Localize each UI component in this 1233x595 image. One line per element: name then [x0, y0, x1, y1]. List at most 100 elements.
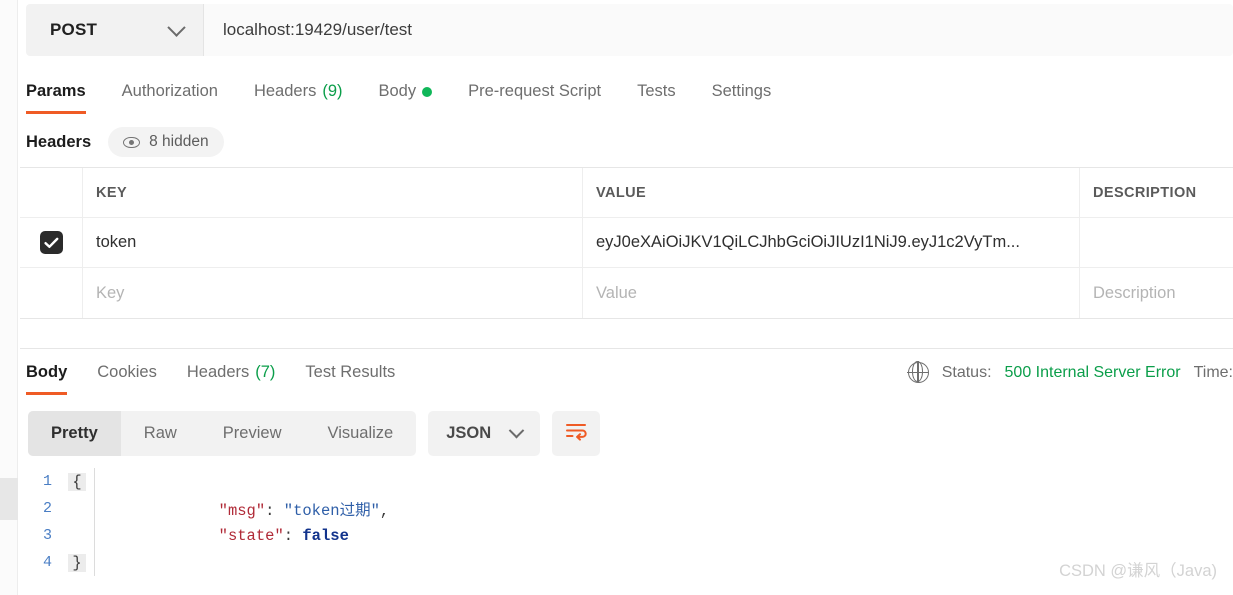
new-row-key-input[interactable]: Key	[83, 268, 583, 318]
response-tab-cookies-label: Cookies	[97, 363, 157, 381]
header-cell-checkbox	[20, 168, 83, 217]
view-raw-button[interactable]: Raw	[121, 411, 200, 456]
request-url-text: localhost:19429/user/test	[223, 20, 413, 39]
headers-title: Headers	[26, 132, 92, 151]
view-visualize-label: Visualize	[327, 424, 394, 442]
header-key-text: token	[96, 233, 137, 251]
new-row-description-placeholder: Description	[1093, 283, 1176, 302]
new-row-value-input[interactable]: Value	[583, 268, 1080, 318]
header-cell-key: KEY	[83, 168, 583, 217]
view-raw-label: Raw	[143, 424, 177, 442]
watermark: CSDN @谦风（Java)	[1059, 562, 1217, 580]
header-cell-description: DESCRIPTION	[1080, 168, 1233, 217]
tab-authorization[interactable]: Authorization	[122, 76, 218, 114]
response-tab-cookies[interactable]: Cookies	[97, 357, 157, 395]
tab-settings[interactable]: Settings	[712, 76, 772, 114]
tab-tests-label: Tests	[637, 82, 676, 100]
vertical-scrollbar-thumb[interactable]	[0, 478, 18, 520]
table-row: token eyJ0eXAiOiJKV1QiLCJhbGciOiJIUzI1Ni…	[20, 218, 1233, 268]
header-enabled-checkbox[interactable]	[39, 231, 63, 254]
column-header-value: VALUE	[596, 184, 647, 201]
header-value-text: eyJ0eXAiOiJKV1QiLCJhbGciOiJIUzI1NiJ9.eyJ…	[596, 233, 1020, 251]
request-tabs: Params Authorization Headers (9) Body Pr…	[26, 76, 1233, 119]
new-row-description-input[interactable]: Description	[1080, 268, 1233, 318]
status-badge: 500 Internal Server Error	[1004, 363, 1181, 381]
code-fold-brace[interactable]: }	[68, 553, 86, 572]
time-label: Time:	[1193, 363, 1233, 381]
json-key: "state"	[218, 526, 284, 545]
json-boolean-value: false	[302, 526, 349, 545]
tab-headers-count: (9)	[322, 82, 343, 100]
view-preview-label: Preview	[222, 424, 282, 442]
view-visualize-button[interactable]: Visualize	[304, 411, 416, 456]
code-indent-guide	[94, 549, 95, 576]
left-rail	[0, 0, 18, 595]
request-url-input[interactable]: localhost:19429/user/test	[204, 4, 1233, 56]
globe-icon	[907, 361, 929, 383]
http-method-label: POST	[50, 20, 98, 39]
tab-settings-label: Settings	[711, 82, 772, 100]
chevron-down-icon	[167, 17, 186, 37]
tab-pre-request-script[interactable]: Pre-request Script	[468, 76, 601, 114]
line-number: 3	[42, 527, 52, 544]
table-header-row: KEY VALUE DESCRIPTION	[20, 168, 1233, 218]
response-format-label: JSON	[446, 424, 492, 442]
json-comma: ,	[379, 501, 390, 520]
new-row-value-placeholder: Value	[596, 283, 637, 302]
view-preview-button[interactable]: Preview	[200, 411, 305, 456]
tab-tests[interactable]: Tests	[637, 76, 676, 114]
header-cell-value: VALUE	[583, 168, 1080, 217]
code-fold-brace[interactable]: {	[68, 472, 86, 491]
status-label: Status:	[941, 363, 992, 381]
body-modified-dot-icon	[422, 86, 433, 97]
tab-headers[interactable]: Headers (9)	[254, 76, 343, 114]
code-line: 3 "state": false	[20, 522, 1233, 549]
response-tab-headers-label: Headers	[186, 363, 250, 381]
response-view-switcher: Pretty Raw Preview Visualize	[28, 411, 417, 456]
line-number: 1	[42, 473, 52, 490]
http-method-selector[interactable]: POST	[26, 4, 204, 56]
row-description-cell[interactable]	[1080, 218, 1233, 267]
response-tabs: Body Cookies Headers (7) Test Results	[26, 357, 425, 395]
line-number: 2	[42, 500, 52, 517]
row-key-cell[interactable]: token	[83, 218, 583, 267]
response-tab-test-results[interactable]: Test Results	[305, 357, 395, 395]
column-header-description: DESCRIPTION	[1093, 184, 1197, 201]
view-pretty-button[interactable]: Pretty	[28, 411, 121, 456]
view-pretty-label: Pretty	[51, 424, 98, 442]
response-status-bar: Status: 500 Internal Server Error Time:	[907, 361, 1233, 383]
headers-table: KEY VALUE DESCRIPTION token eyJ0eXAiOiJK…	[20, 167, 1233, 319]
new-row-checkbox-cell	[20, 268, 83, 318]
row-checkbox-cell	[20, 218, 83, 267]
postman-window: POST localhost:19429/user/test Params Au…	[0, 0, 1233, 595]
code-text: "state": false	[95, 509, 349, 563]
response-tab-body[interactable]: Body	[26, 357, 68, 395]
tab-body-label: Body	[378, 82, 417, 100]
response-format-selector[interactable]: JSON	[428, 411, 541, 456]
tab-body[interactable]: Body	[379, 76, 433, 114]
tab-headers-label: Headers	[253, 82, 317, 100]
headers-subheader: Headers 8 hidden	[26, 127, 224, 157]
row-value-cell[interactable]: eyJ0eXAiOiJKV1QiLCJhbGciOiJIUzI1NiJ9.eyJ…	[583, 218, 1080, 267]
tab-authorization-label: Authorization	[121, 82, 218, 100]
response-tab-headers[interactable]: Headers (7)	[187, 357, 276, 395]
chevron-down-icon	[508, 422, 525, 439]
response-body-toolbar: Pretty Raw Preview Visualize JSON	[28, 411, 601, 456]
hidden-headers-toggle[interactable]: 8 hidden	[108, 127, 224, 157]
response-pane-divider[interactable]	[20, 348, 1233, 349]
eye-icon	[123, 136, 141, 148]
json-colon: :	[283, 526, 303, 545]
response-tab-headers-count: (7)	[255, 363, 276, 381]
request-url-bar: POST localhost:19429/user/test	[26, 4, 1233, 56]
hidden-headers-label: 8 hidden	[149, 133, 209, 150]
response-tab-test-results-label: Test Results	[305, 363, 396, 381]
wrap-lines-button[interactable]	[552, 411, 601, 456]
response-body-code[interactable]: 1 { 2 "msg": "token过期", 3 "state": false…	[20, 468, 1233, 595]
response-tab-body-label: Body	[26, 363, 68, 381]
tab-pre-request-script-label: Pre-request Script	[468, 82, 602, 100]
tab-params[interactable]: Params	[26, 76, 86, 114]
tab-params-label: Params	[26, 82, 86, 100]
table-row-new: Key Value Description	[20, 268, 1233, 318]
line-number: 4	[42, 554, 52, 571]
